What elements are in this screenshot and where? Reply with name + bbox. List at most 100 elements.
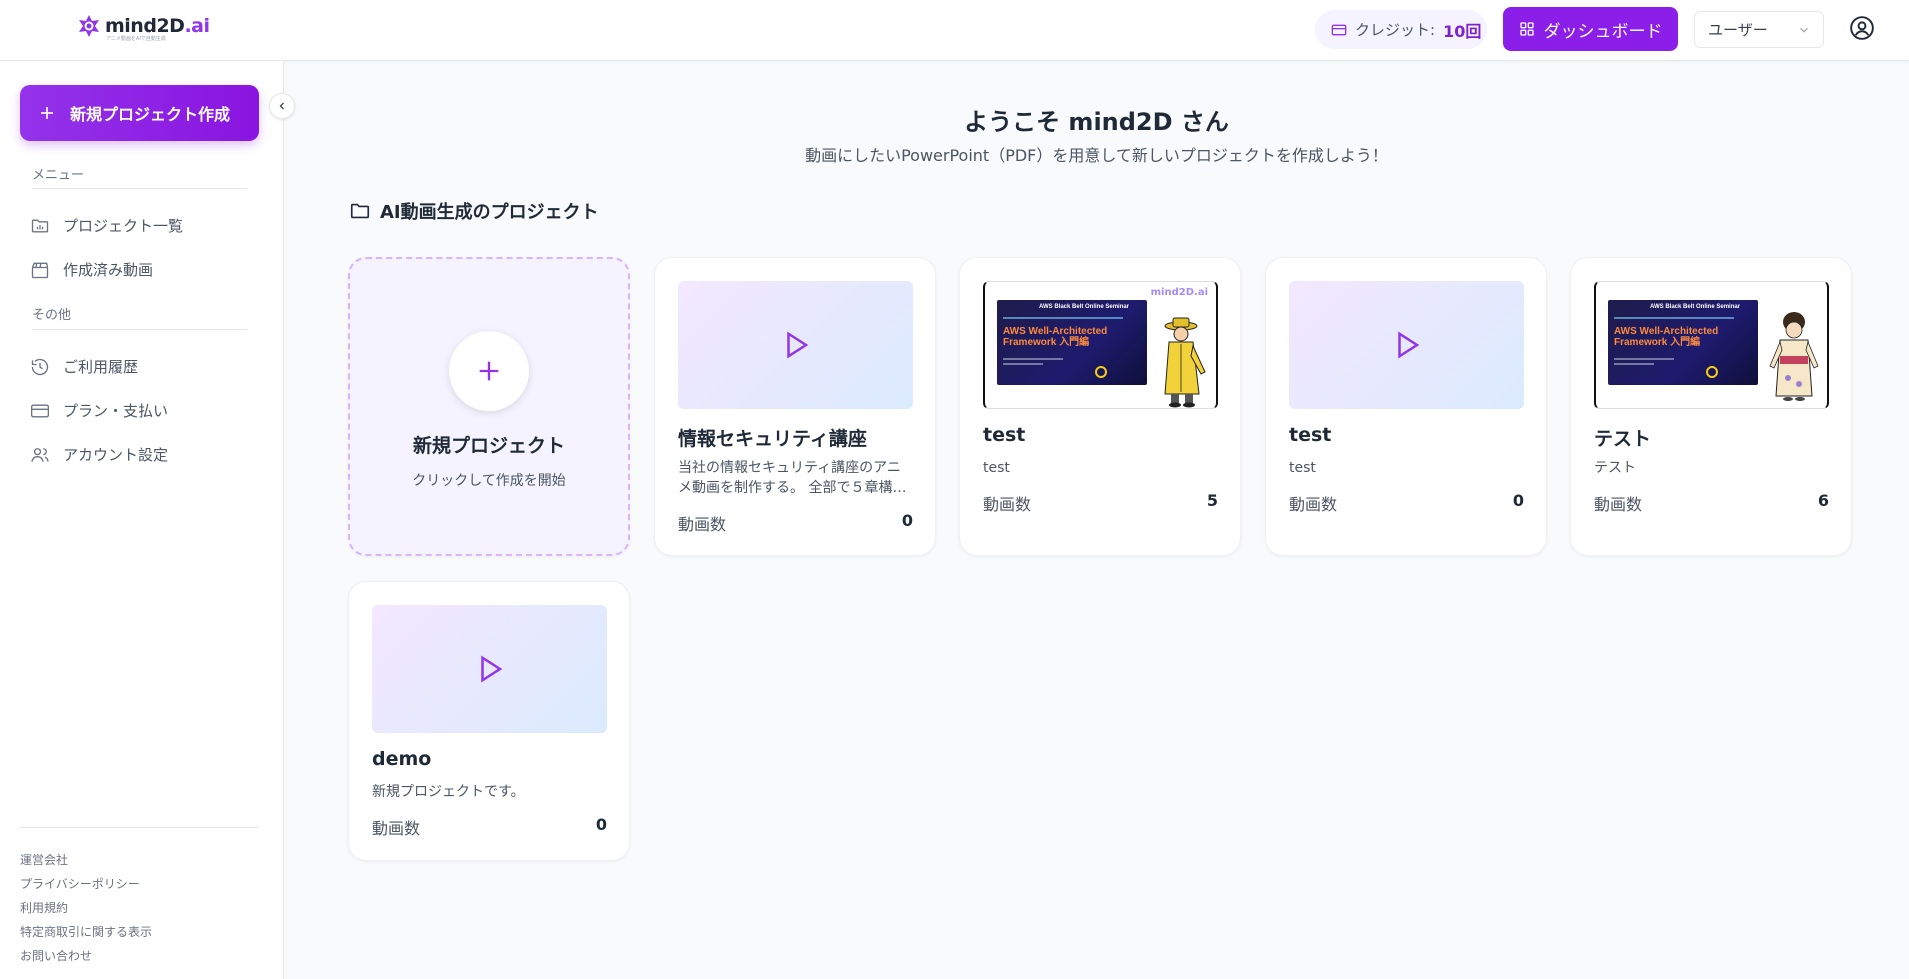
users-icon (31, 447, 49, 462)
video-count: 0 (901, 511, 913, 530)
count-label: 動画数 (1289, 495, 1338, 514)
kimono-character-icon (1769, 312, 1819, 401)
project-card[interactable]: demo 新規プロジェクトです。 動画数 0 (348, 581, 630, 861)
page-subtitle: 動画にしたいPowerPoint（PDF）を用意して新しいプロジェクトを作成しよ… (805, 146, 1388, 165)
footer-link-terms[interactable]: 利用規約 (20, 899, 68, 916)
top-header: mind2D.ai アニメ動画をAIで自動生成 クレジット: 10回 ダッシュボ… (0, 0, 1909, 61)
project-description: test (983, 460, 1010, 476)
new-project-label: 新規プロジェクト作成 (70, 105, 231, 124)
video-count-row: 動画数 5 (983, 491, 1218, 515)
count-label: 動画数 (678, 515, 727, 534)
user-role-select[interactable]: ユーザー (1694, 11, 1824, 48)
menu-section-title: メニュー (32, 168, 85, 183)
video-count: 6 (1817, 491, 1829, 510)
app-logo[interactable]: mind2D.ai アニメ動画をAIで自動生成 (76, 13, 210, 42)
count-label: 動画数 (1594, 495, 1643, 514)
project-thumbnail (678, 281, 913, 409)
project-description: 新規プロジェクトです。 (372, 784, 525, 800)
credit-card-icon (1331, 24, 1347, 35)
slide-title: AWS Well-Architected Framework 入門編 (1614, 326, 1719, 348)
credit-label: クレジット: (1355, 21, 1436, 39)
video-count-row: 動画数 6 (1594, 491, 1829, 515)
slide-logo: mind2D.ai (1150, 287, 1208, 298)
count-label: 動画数 (983, 495, 1032, 514)
project-card[interactable]: 情報セキュリティ講座 当社の情報セキュリティ講座のアニメ動画を制作する。 全部で… (654, 257, 936, 556)
detective-character-icon (1164, 317, 1206, 408)
slide-header: AWS Black Belt Online Seminar (1650, 304, 1741, 310)
project-title: test (983, 424, 1026, 446)
project-card[interactable]: mind2D.ai AWS Black Belt Online Seminar … (959, 257, 1241, 556)
new-project-card[interactable]: 新規プロジェクト クリックして作成を開始 (348, 257, 630, 556)
new-project-button[interactable]: 新規プロジェクト作成 (20, 85, 259, 141)
new-card-title: 新規プロジェクト (412, 435, 565, 457)
section-title: AI動画生成のプロジェクト (380, 202, 599, 223)
account-circle-icon[interactable] (1849, 15, 1875, 41)
sidebar-item-projects[interactable]: プロジェクト一覧 (30, 215, 183, 236)
divider (20, 827, 259, 828)
slide-image: AWS Black Belt Online Seminar AWS Well-A… (1608, 300, 1758, 385)
sidebar: 新規プロジェクト作成 メニュー プロジェクト一覧 作成済み動画 その他 ご利用履… (0, 61, 284, 979)
sidebar-item-videos[interactable]: 作成済み動画 (30, 259, 153, 280)
video-count-row: 動画数 0 (678, 511, 913, 535)
project-title: 情報セキュリティ講座 (678, 428, 867, 450)
history-icon (31, 358, 49, 375)
plus-icon (479, 361, 499, 381)
logo-text: mind2D.ai (105, 15, 210, 37)
footer-link-company[interactable]: 運営会社 (20, 851, 68, 868)
new-card-subtitle: クリックして作成を開始 (412, 473, 566, 489)
video-count: 5 (1206, 491, 1218, 510)
slide-title: AWS Well-Architected Framework 入門編 (1003, 326, 1108, 348)
sidebar-item-label: アカウント設定 (63, 446, 169, 464)
play-icon (480, 655, 502, 683)
footer-link-privacy[interactable]: プライバシーポリシー (20, 875, 140, 892)
project-card[interactable]: test test 動画数 0 (1265, 257, 1547, 556)
video-count: 0 (595, 815, 607, 834)
footer-link-contact[interactable]: お問い合わせ (20, 947, 92, 964)
other-section-title: その他 (32, 308, 72, 323)
project-thumbnail (372, 605, 607, 733)
video-count-row: 動画数 0 (372, 815, 607, 839)
sidebar-item-history[interactable]: ご利用履歴 (30, 356, 138, 377)
sidebar-item-label: ご利用履歴 (63, 358, 139, 376)
clapperboard-icon (31, 262, 49, 278)
chevron-left-icon (279, 102, 284, 110)
project-card[interactable]: AWS Black Belt Online Seminar AWS Well-A… (1570, 257, 1852, 556)
footer-link-commerce[interactable]: 特定商取引に関する表示 (20, 923, 152, 940)
credit-value: 10回 (1443, 21, 1482, 41)
chevron-down-icon (1800, 27, 1808, 33)
logo-mark-icon (79, 15, 99, 37)
logo-tagline: アニメ動画をAIで自動生成 (106, 36, 166, 42)
project-title: テスト (1594, 428, 1652, 450)
sidebar-item-account[interactable]: アカウント設定 (30, 444, 168, 465)
section-heading: AI動画生成のプロジェクト (348, 198, 599, 224)
divider (32, 188, 247, 189)
project-thumbnail: AWS Black Belt Online Seminar AWS Well-A… (1594, 281, 1829, 409)
play-icon (786, 331, 808, 359)
credit-badge: クレジット: 10回 (1315, 10, 1487, 49)
project-description: 当社の情報セキュリティ講座のアニメ動画を制作する。 全部で５章構成の講座です。 (678, 460, 907, 496)
project-thumbnail (1289, 281, 1524, 409)
folder-chart-icon (31, 219, 49, 232)
play-icon (1397, 331, 1419, 359)
video-count: 0 (1512, 491, 1524, 510)
grid-icon (1519, 22, 1534, 36)
credit-card-icon (31, 404, 49, 417)
user-select-value: ユーザー (1708, 21, 1768, 39)
sidebar-collapse-button[interactable] (269, 93, 295, 119)
video-count-row: 動画数 0 (1289, 491, 1524, 515)
slide-header: AWS Black Belt Online Seminar (1039, 304, 1130, 310)
project-title: test (1289, 424, 1332, 446)
page-title: ようこそ mind2D さん (964, 108, 1229, 136)
slide-image: AWS Black Belt Online Seminar AWS Well-A… (997, 300, 1147, 385)
sidebar-item-label: プラン・支払い (63, 402, 169, 420)
dashboard-button[interactable]: ダッシュボード (1503, 7, 1678, 51)
sidebar-item-label: 作成済み動画 (63, 261, 154, 279)
folder-icon (350, 203, 370, 219)
project-description: テスト (1594, 460, 1636, 476)
project-thumbnail: mind2D.ai AWS Black Belt Online Seminar … (983, 281, 1218, 409)
dashboard-label: ダッシュボード (1543, 21, 1663, 42)
divider (32, 329, 247, 330)
plus-icon (41, 107, 53, 119)
sidebar-item-billing[interactable]: プラン・支払い (30, 400, 168, 421)
plus-button (449, 331, 529, 411)
